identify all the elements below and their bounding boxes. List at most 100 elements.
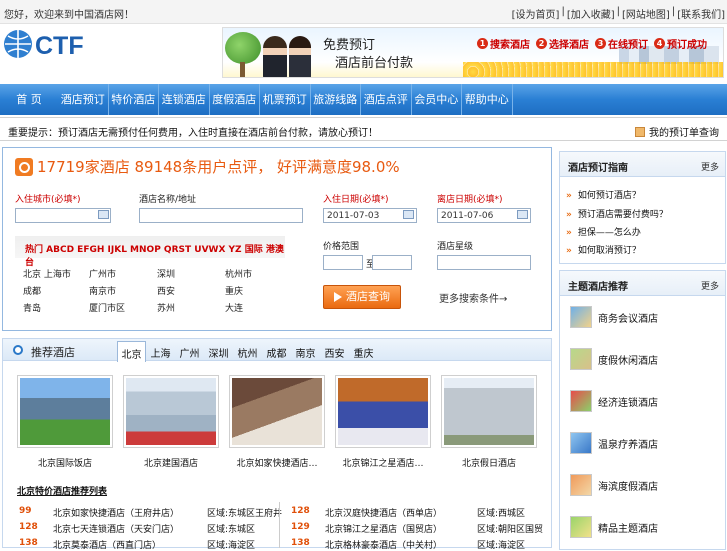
star-level-select[interactable]: [437, 255, 531, 270]
nav-special-hotels[interactable]: 特价酒店: [109, 84, 159, 115]
hotel-photo[interactable]: [335, 375, 431, 448]
guide-item[interactable]: » 如何预订酒店？: [566, 188, 641, 201]
city-link[interactable]: 苏州: [157, 301, 175, 314]
checkout-label: 离店日期(必填*): [437, 195, 503, 205]
hotel-list-name[interactable]: 北京锦江之星酒店（国贸店）: [325, 522, 442, 535]
hotel-card[interactable]: 北京锦江之星酒店…: [335, 375, 431, 469]
tab-nanjing[interactable]: 南京: [291, 341, 320, 364]
theme-item[interactable]: 海滨度假酒店: [570, 474, 658, 496]
hotel-list-name[interactable]: 北京如家快捷酒店（王府井店）: [53, 506, 179, 519]
tab-shanghai[interactable]: 上海: [146, 341, 175, 364]
hotel-area: 区域:东城区: [207, 525, 256, 535]
calendar-icon[interactable]: [517, 210, 528, 219]
order-query-link[interactable]: 我的预订单查询: [635, 124, 719, 139]
nav-tours[interactable]: 旅游线路: [311, 84, 361, 115]
tab-chengdu[interactable]: 成都: [262, 341, 291, 364]
theme-item[interactable]: 经济连锁酒店: [570, 390, 658, 412]
hotel-photo[interactable]: [229, 375, 325, 448]
city-link[interactable]: 西安: [157, 284, 175, 297]
tab-chongqing[interactable]: 重庆: [349, 341, 378, 364]
hotel-name[interactable]: 北京如家快捷酒店…: [229, 456, 325, 469]
special-list-title[interactable]: 北京特价酒店推荐列表: [17, 484, 107, 497]
city-label: 入住城市(必填*): [15, 195, 81, 205]
city-input[interactable]: [15, 208, 111, 223]
theme-item[interactable]: 商务会议酒店: [570, 306, 658, 328]
hotel-photo[interactable]: [441, 375, 537, 448]
hotel-card[interactable]: 北京如家快捷酒店…: [229, 375, 325, 469]
nav-member[interactable]: 会员中心: [412, 84, 462, 115]
hotel-list-name[interactable]: 北京汉庭快捷酒店（西单店）: [325, 506, 442, 519]
hotel-name[interactable]: 北京国际饭店: [17, 456, 113, 469]
hotel-area: 区域:西城区: [477, 509, 526, 519]
booking-step: 2 选择酒店: [536, 36, 589, 51]
theme-item[interactable]: 精品主题酒店: [570, 516, 658, 538]
price-min-input[interactable]: [323, 255, 363, 270]
sitemap-link[interactable]: [网站地图]: [622, 6, 670, 21]
hotel-name[interactable]: 北京建国酒店: [123, 456, 219, 469]
city-link[interactable]: 南京市: [89, 284, 116, 297]
hotel-name-input[interactable]: [139, 208, 303, 223]
hotel-card[interactable]: 北京建国酒店: [123, 375, 219, 469]
nav-reviews[interactable]: 酒店点评: [361, 84, 412, 115]
hotel-list-name[interactable]: 北京七天连锁酒店（天安门店）: [53, 522, 179, 535]
city-link[interactable]: 北京 上海市: [23, 267, 71, 280]
contact-link[interactable]: [联系我们]: [677, 6, 725, 21]
hot-city-panel: 热门 ABCD EFGH IJKL MNOP QRST UVWX YZ 国际 港…: [15, 236, 285, 321]
nav-resort-hotels[interactable]: 度假酒店: [210, 84, 260, 115]
city-link[interactable]: 重庆: [225, 284, 243, 297]
add-favorite-link[interactable]: [加入收藏]: [567, 6, 615, 21]
advanced-search-link[interactable]: 更多搜索条件→: [439, 290, 507, 305]
guide-item[interactable]: » 预订酒店需要付费吗？: [566, 207, 668, 220]
city-link[interactable]: 广州市: [89, 267, 116, 280]
set-homepage-link[interactable]: [设为首页]: [512, 6, 560, 21]
nav-flights[interactable]: 机票预订: [260, 84, 311, 115]
tree-image: [225, 32, 261, 64]
double-arrow-icon: »: [566, 191, 572, 201]
guide-more-link[interactable]: 更多: [701, 160, 719, 173]
tab-guangzhou[interactable]: 广州: [175, 341, 204, 364]
guide-header: 酒店预订指南 更多: [560, 152, 725, 177]
hotel-name[interactable]: 北京假日酒店: [441, 456, 537, 469]
price-max-input[interactable]: [372, 255, 412, 270]
tab-hangzhou[interactable]: 杭州: [233, 341, 262, 364]
city-letter-tabs[interactable]: 热门 ABCD EFGH IJKL MNOP QRST UVWX YZ 国际 港…: [25, 242, 285, 268]
hotel-price: 138: [291, 538, 310, 548]
hotel-photo[interactable]: [17, 375, 113, 448]
theme-thumb: [570, 306, 592, 328]
nav-home[interactable]: 首 页: [14, 84, 44, 115]
city-link[interactable]: 成都: [23, 284, 41, 297]
hotel-name[interactable]: 北京锦江之星酒店…: [335, 456, 431, 469]
site-logo[interactable]: CTF: [2, 28, 108, 60]
tab-xian[interactable]: 西安: [320, 341, 349, 364]
star-level-label: 酒店星级: [437, 242, 474, 252]
tab-beijing[interactable]: 北京: [117, 341, 146, 362]
theme-header: 主题酒店推荐 更多: [560, 271, 725, 296]
tab-shenzhen[interactable]: 深圳: [204, 341, 233, 364]
hotel-card[interactable]: 北京国际饭店: [17, 375, 113, 469]
guide-item[interactable]: » 如何取消预订？: [566, 243, 641, 256]
theme-item[interactable]: 度假休闲酒店: [570, 348, 658, 370]
theme-item[interactable]: 温泉疗养酒店: [570, 432, 658, 454]
top-bar: 您好，欢迎来到中国酒店网！ [设为首页] | [加入收藏] | [网站地图] |…: [0, 0, 727, 24]
search-icon: [15, 157, 33, 176]
hotel-query-button[interactable]: 酒店查询: [323, 285, 401, 309]
promo-banner[interactable]: 免费预订 酒店前台付款 1 搜索酒店 2 选择酒店 3 在线预订 4 预订成功: [222, 27, 724, 78]
guide-item[interactable]: » 担保——怎么办: [566, 225, 641, 238]
theme-hotels-panel: 主题酒店推荐 更多 商务会议酒店 度假休闲酒店 经济连锁酒店 温泉疗养酒店 海滨…: [559, 270, 726, 550]
nav-help[interactable]: 帮助中心: [462, 84, 513, 115]
recommended-hotels-panel: 推荐酒店 北京 上海 广州 深圳 杭州 成都 南京 西安 重庆 北京国际饭店 北…: [2, 338, 552, 551]
city-link[interactable]: 大连: [225, 301, 243, 314]
city-link[interactable]: 深圳: [157, 267, 175, 280]
theme-more-link[interactable]: 更多: [701, 279, 719, 292]
nav-hotel-booking[interactable]: 酒店预订: [58, 84, 109, 115]
calendar-icon[interactable]: [403, 210, 414, 219]
hotel-photo[interactable]: [123, 375, 219, 448]
hotel-search-panel: 17719家酒店 89148条用户点评， 好评满意度98.0% 入住城市(必填*…: [2, 147, 552, 331]
notice-bar: 重要提示：预订酒店无需预付任何费用，入住时直接在酒店前台付款，请放心预订！ 我的…: [0, 117, 727, 141]
nav-chain-hotels[interactable]: 连锁酒店: [159, 84, 210, 115]
city-link[interactable]: 厦门市区: [89, 301, 125, 314]
theme-thumb: [570, 390, 592, 412]
hotel-card[interactable]: 北京假日酒店: [441, 375, 537, 469]
city-link[interactable]: 青岛: [23, 301, 41, 314]
city-link[interactable]: 杭州市: [225, 267, 252, 280]
